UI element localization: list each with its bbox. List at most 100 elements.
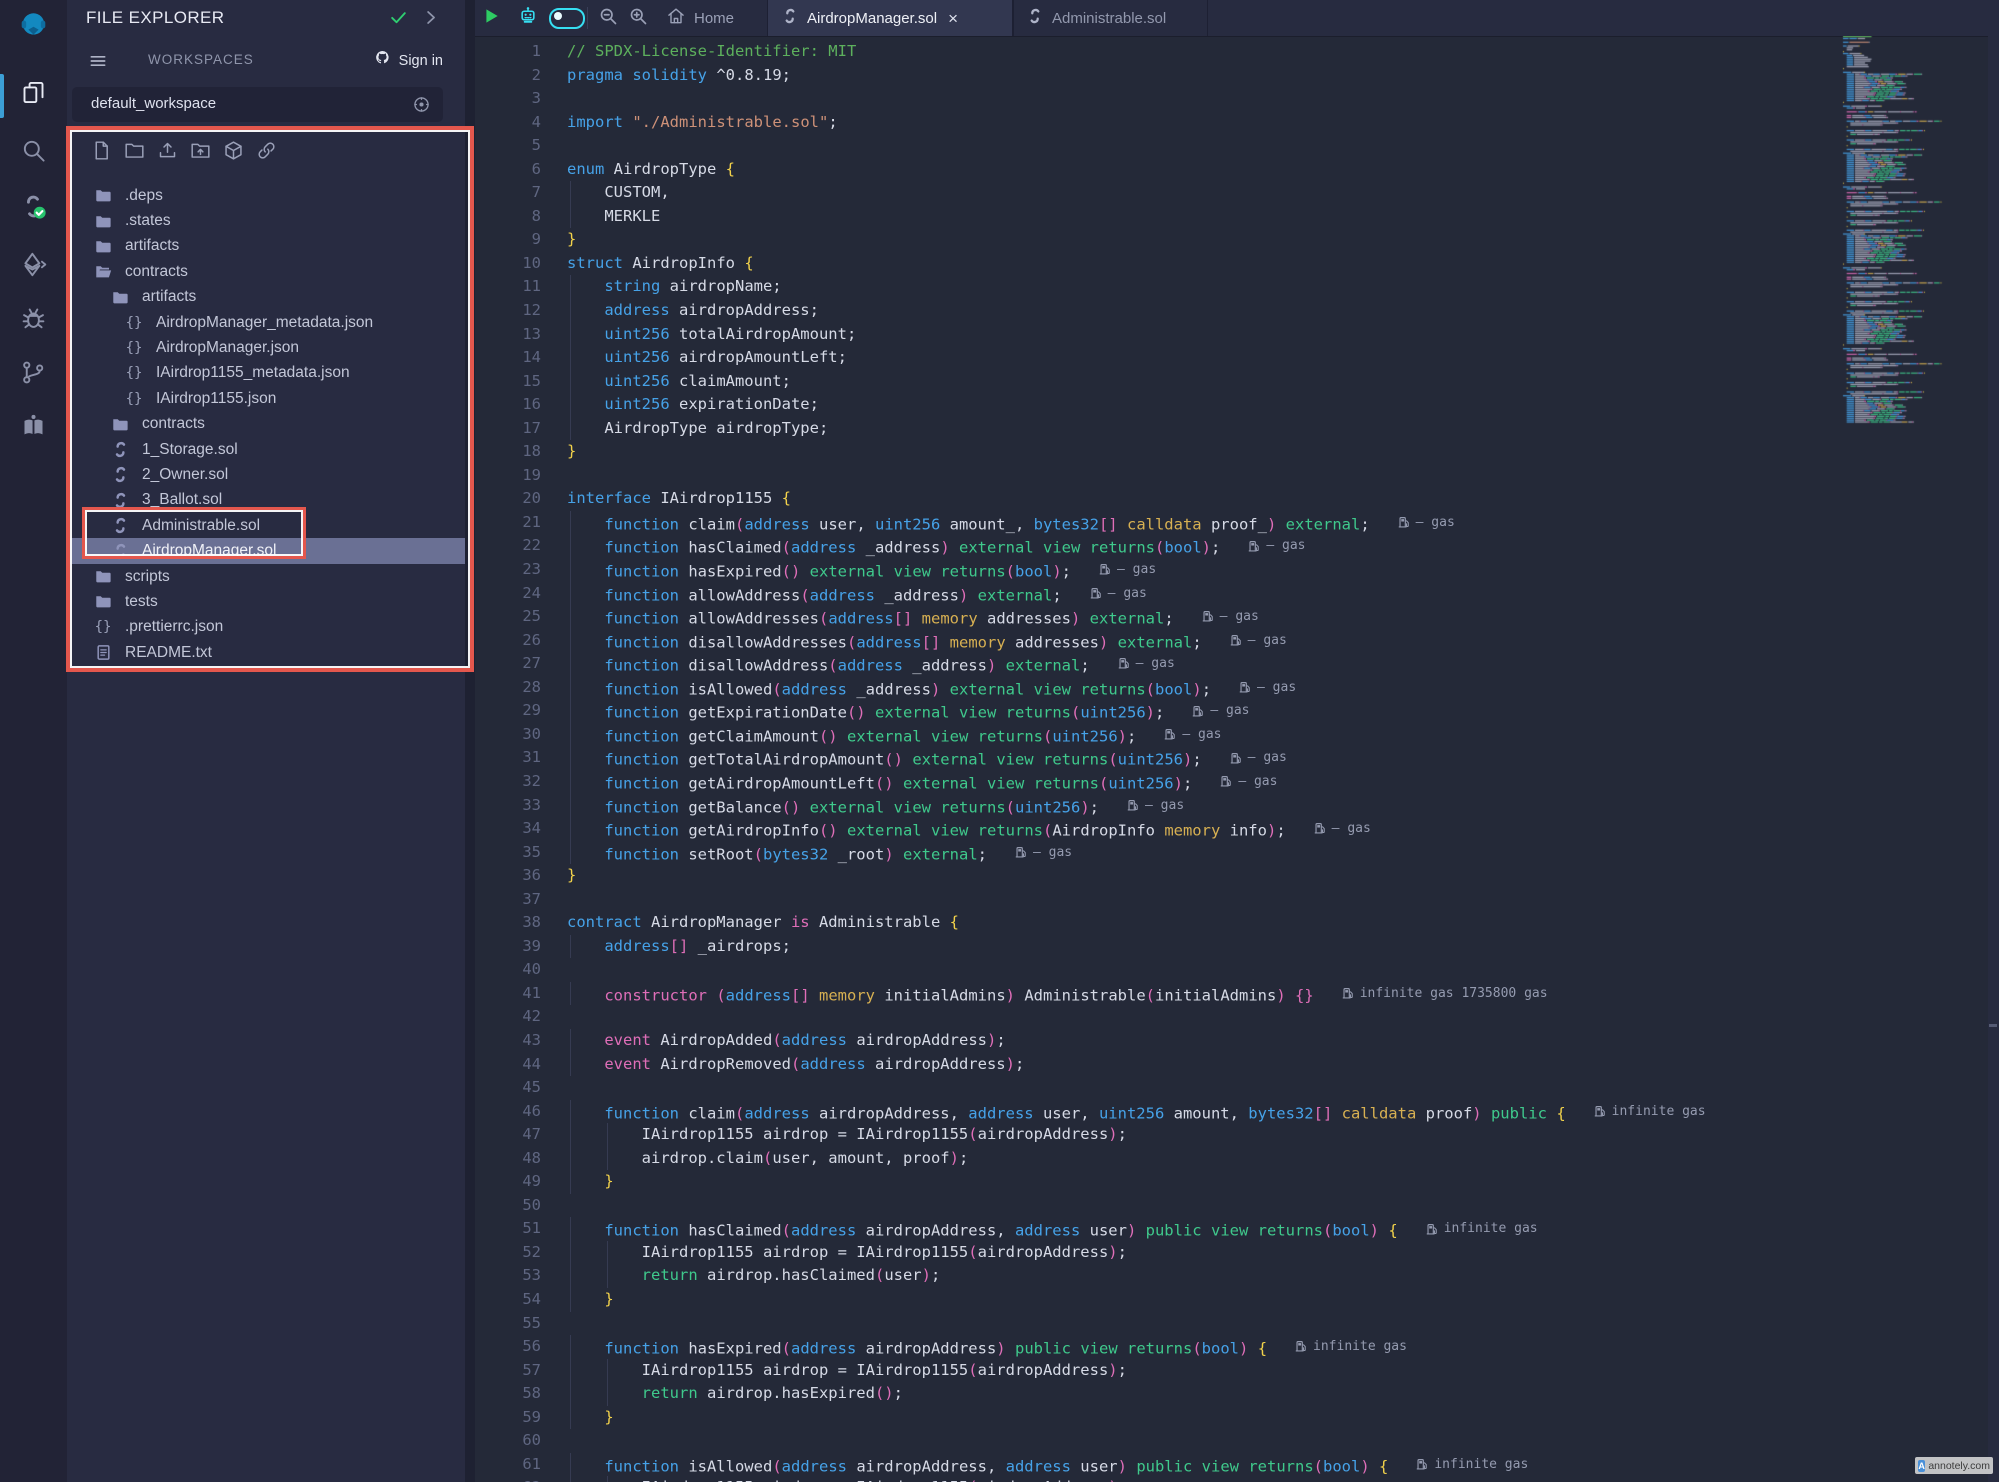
code-line-27[interactable]: 27 function disallowAddress(address _add… bbox=[475, 652, 1829, 676]
file-explorer-icon[interactable] bbox=[15, 76, 52, 113]
code-line-24[interactable]: 24 function allowAddress(address _addres… bbox=[475, 582, 1829, 606]
code-line-28[interactable]: 28 function isAllowed(address _address) … bbox=[475, 676, 1829, 700]
code-line-33[interactable]: 33 function getBalance() external view r… bbox=[475, 794, 1829, 818]
code-line-46[interactable]: 46 function claim(address airdropAddress… bbox=[475, 1100, 1829, 1124]
code-line-53[interactable]: 53 return airdrop.hasClaimed(user); bbox=[475, 1264, 1829, 1288]
tab-administrable[interactable]: Administrable.sol bbox=[1012, 0, 1208, 36]
upload-folder-icon[interactable] bbox=[190, 140, 211, 166]
tree-item-airdropmanager-sol[interactable]: AirdropManager.sol bbox=[67, 538, 465, 563]
code-line-13[interactable]: 13 uint256 totalAirdropAmount; bbox=[475, 323, 1829, 347]
tree-item-1-storage-sol[interactable]: 1_Storage.sol bbox=[67, 437, 465, 462]
git-icon[interactable] bbox=[15, 356, 52, 393]
code-line-36[interactable]: 36} bbox=[475, 864, 1829, 888]
solidity-compiler-icon[interactable] bbox=[15, 190, 52, 227]
code-line-49[interactable]: 49 } bbox=[475, 1170, 1829, 1194]
tree-item-readme-txt[interactable]: README.txt bbox=[67, 640, 465, 665]
search-icon[interactable] bbox=[15, 134, 52, 171]
panel-editor-divider[interactable] bbox=[465, 0, 475, 1482]
code-line-60[interactable]: 60 bbox=[475, 1429, 1829, 1453]
scrollbar-track[interactable] bbox=[1988, 36, 1999, 1482]
code-line-51[interactable]: 51 function hasClaimed(address airdropAd… bbox=[475, 1217, 1829, 1241]
code-line-38[interactable]: 38contract AirdropManager is Administrab… bbox=[475, 911, 1829, 935]
code-line-20[interactable]: 20interface IAirdrop1155 { bbox=[475, 487, 1829, 511]
learneth-icon[interactable] bbox=[15, 410, 52, 447]
code-line-59[interactable]: 59 } bbox=[475, 1406, 1829, 1430]
code-line-16[interactable]: 16 uint256 expirationDate; bbox=[475, 393, 1829, 417]
tab-home[interactable]: Home bbox=[657, 0, 743, 36]
new-file-icon[interactable] bbox=[91, 140, 112, 166]
tree-item-artifacts[interactable]: artifacts bbox=[67, 234, 465, 259]
tree-item-scripts[interactable]: scripts bbox=[67, 564, 465, 589]
sign-in-button[interactable]: Sign in bbox=[373, 49, 443, 72]
code-line-58[interactable]: 58 return airdrop.hasExpired(); bbox=[475, 1382, 1829, 1406]
debugger-icon[interactable] bbox=[15, 302, 52, 339]
code-line-9[interactable]: 9} bbox=[475, 228, 1829, 252]
code-line-17[interactable]: 17 AirdropType airdropType; bbox=[475, 417, 1829, 441]
tree-item-clipped[interactable] bbox=[67, 665, 465, 672]
code-line-1[interactable]: 1// SPDX-License-Identifier: MIT bbox=[475, 40, 1829, 64]
check-icon[interactable] bbox=[389, 8, 408, 32]
code-line-44[interactable]: 44 event AirdropRemoved(address airdropA… bbox=[475, 1053, 1829, 1077]
code-line-14[interactable]: 14 uint256 airdropAmountLeft; bbox=[475, 346, 1829, 370]
upload-file-icon[interactable] bbox=[157, 140, 178, 166]
code-line-61[interactable]: 61 function isAllowed(address airdropAdd… bbox=[475, 1453, 1829, 1477]
tree-item--prettierrc-json[interactable]: {}.prettierrc.json bbox=[67, 615, 465, 640]
workspace-options-icon[interactable] bbox=[412, 95, 431, 119]
code-line-8[interactable]: 8 MERKLE bbox=[475, 205, 1829, 229]
code-line-21[interactable]: 21 function claim(address user, uint256 … bbox=[475, 511, 1829, 535]
code-line-43[interactable]: 43 event AirdropAdded(address airdropAdd… bbox=[475, 1029, 1829, 1053]
tree-item-contracts[interactable]: contracts bbox=[67, 412, 465, 437]
code-line-5[interactable]: 5 bbox=[475, 134, 1829, 158]
code-line-41[interactable]: 41 constructor (address[] memory initial… bbox=[475, 982, 1829, 1006]
code-line-62[interactable]: 62 IAirdrop1155 airdrop = IAirdrop1155(a… bbox=[475, 1476, 1829, 1482]
tree-item--states[interactable]: .states bbox=[67, 208, 465, 233]
code-line-40[interactable]: 40 bbox=[475, 958, 1829, 982]
tree-item-iairdrop1155-metadata-json[interactable]: {}IAirdrop1155_metadata.json bbox=[67, 361, 465, 386]
code-line-30[interactable]: 30 function getClaimAmount() external vi… bbox=[475, 723, 1829, 747]
code-line-22[interactable]: 22 function hasClaimed(address _address)… bbox=[475, 534, 1829, 558]
code-line-34[interactable]: 34 function getAirdropInfo() external vi… bbox=[475, 817, 1829, 841]
code-line-50[interactable]: 50 bbox=[475, 1194, 1829, 1218]
close-icon[interactable]: × bbox=[948, 10, 958, 27]
code-line-11[interactable]: 11 string airdropName; bbox=[475, 275, 1829, 299]
code-line-31[interactable]: 31 function getTotalAirdropAmount() exte… bbox=[475, 746, 1829, 770]
scrollbar-thumb[interactable] bbox=[1989, 1024, 1997, 1027]
tree-item-3-ballot-sol[interactable]: 3_Ballot.sol bbox=[67, 488, 465, 513]
code-line-55[interactable]: 55 bbox=[475, 1312, 1829, 1336]
tree-item-iairdrop1155-json[interactable]: {}IAirdrop1155.json bbox=[67, 386, 465, 411]
copilot-toggle[interactable] bbox=[547, 0, 587, 36]
code-line-56[interactable]: 56 function hasExpired(address airdropAd… bbox=[475, 1335, 1829, 1359]
code-line-3[interactable]: 3 bbox=[475, 87, 1829, 111]
minimap[interactable] bbox=[1840, 36, 1988, 430]
tree-item-administrable-sol[interactable]: Administrable.sol bbox=[67, 513, 465, 538]
code-line-12[interactable]: 12 address airdropAddress; bbox=[475, 299, 1829, 323]
chevron-right-icon[interactable] bbox=[421, 8, 440, 32]
tree-item-tests[interactable]: tests bbox=[67, 589, 465, 614]
code-line-45[interactable]: 45 bbox=[475, 1076, 1829, 1100]
code-line-39[interactable]: 39 address[] _airdrops; bbox=[475, 935, 1829, 959]
code-line-48[interactable]: 48 airdrop.claim(user, amount, proof); bbox=[475, 1147, 1829, 1171]
cube-icon[interactable] bbox=[223, 140, 244, 166]
zoom-out-icon[interactable] bbox=[593, 0, 623, 36]
deploy-run-icon[interactable] bbox=[15, 248, 52, 285]
code-line-18[interactable]: 18} bbox=[475, 440, 1829, 464]
tree-item-artifacts[interactable]: artifacts bbox=[67, 285, 465, 310]
tab-airdropmanager[interactable]: AirdropManager.sol × bbox=[767, 0, 1014, 36]
zoom-in-icon[interactable] bbox=[623, 0, 653, 36]
code-line-57[interactable]: 57 IAirdrop1155 airdrop = IAirdrop1155(a… bbox=[475, 1359, 1829, 1383]
tree-item-contracts[interactable]: contracts bbox=[67, 259, 465, 284]
tree-item--deps[interactable]: .deps bbox=[67, 183, 465, 208]
code-line-52[interactable]: 52 IAirdrop1155 airdrop = IAirdrop1155(a… bbox=[475, 1241, 1829, 1265]
code-line-54[interactable]: 54 } bbox=[475, 1288, 1829, 1312]
code-line-37[interactable]: 37 bbox=[475, 888, 1829, 912]
code-line-23[interactable]: 23 function hasExpired() external view r… bbox=[475, 558, 1829, 582]
code-line-19[interactable]: 19 bbox=[475, 464, 1829, 488]
code-line-42[interactable]: 42 bbox=[475, 1005, 1829, 1029]
tree-item-airdropmanager-json[interactable]: {}AirdropManager.json bbox=[67, 335, 465, 360]
link-icon[interactable] bbox=[256, 140, 277, 166]
code-line-7[interactable]: 7 CUSTOM, bbox=[475, 181, 1829, 205]
code-line-15[interactable]: 15 uint256 claimAmount; bbox=[475, 370, 1829, 394]
hamburger-menu-icon[interactable] bbox=[88, 51, 108, 76]
tree-item-2-owner-sol[interactable]: 2_Owner.sol bbox=[67, 462, 465, 487]
code-line-2[interactable]: 2pragma solidity ^0.8.19; bbox=[475, 64, 1829, 88]
